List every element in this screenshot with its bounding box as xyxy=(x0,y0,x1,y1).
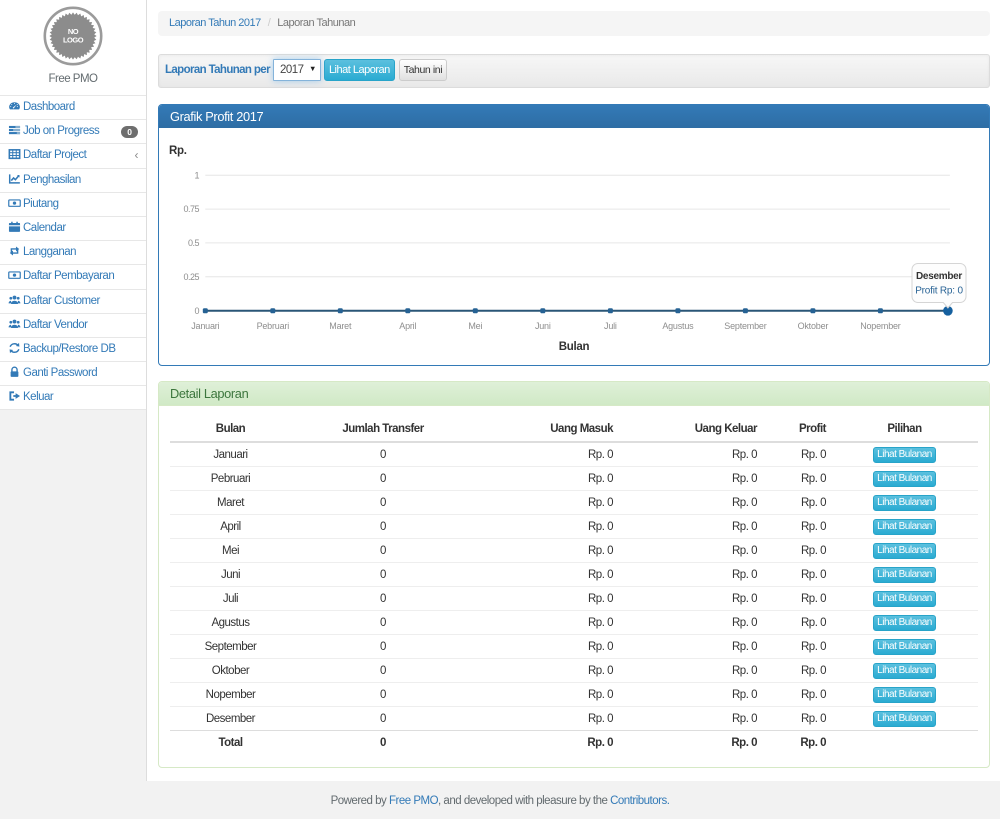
svg-text:Nopember: Nopember xyxy=(860,321,901,331)
svg-text:0.25: 0.25 xyxy=(183,272,199,282)
svg-text:April: April xyxy=(399,321,416,331)
svg-text:0.75: 0.75 xyxy=(183,204,199,214)
svg-text:Pebruari: Pebruari xyxy=(257,321,290,331)
svg-text:Juni: Juni xyxy=(535,321,551,331)
svg-text:0: 0 xyxy=(194,306,199,316)
svg-text:September: September xyxy=(724,321,766,331)
svg-text:Agustus: Agustus xyxy=(662,321,694,331)
svg-text:Maret: Maret xyxy=(329,321,352,331)
svg-text:Profit Rp: 0: Profit Rp: 0 xyxy=(915,286,963,297)
svg-text:Rp.: Rp. xyxy=(169,145,187,157)
svg-text:Januari: Januari xyxy=(191,321,219,331)
svg-text:Oktober: Oktober xyxy=(798,321,829,331)
svg-text:Desember: Desember xyxy=(916,271,962,282)
svg-text:Juli: Juli xyxy=(604,321,617,331)
svg-text:0.5: 0.5 xyxy=(188,238,200,248)
svg-text:1: 1 xyxy=(194,170,199,180)
svg-text:Mei: Mei xyxy=(468,321,482,331)
svg-text:LOGO: LOGO xyxy=(63,36,84,45)
svg-text:Bulan: Bulan xyxy=(559,341,590,353)
